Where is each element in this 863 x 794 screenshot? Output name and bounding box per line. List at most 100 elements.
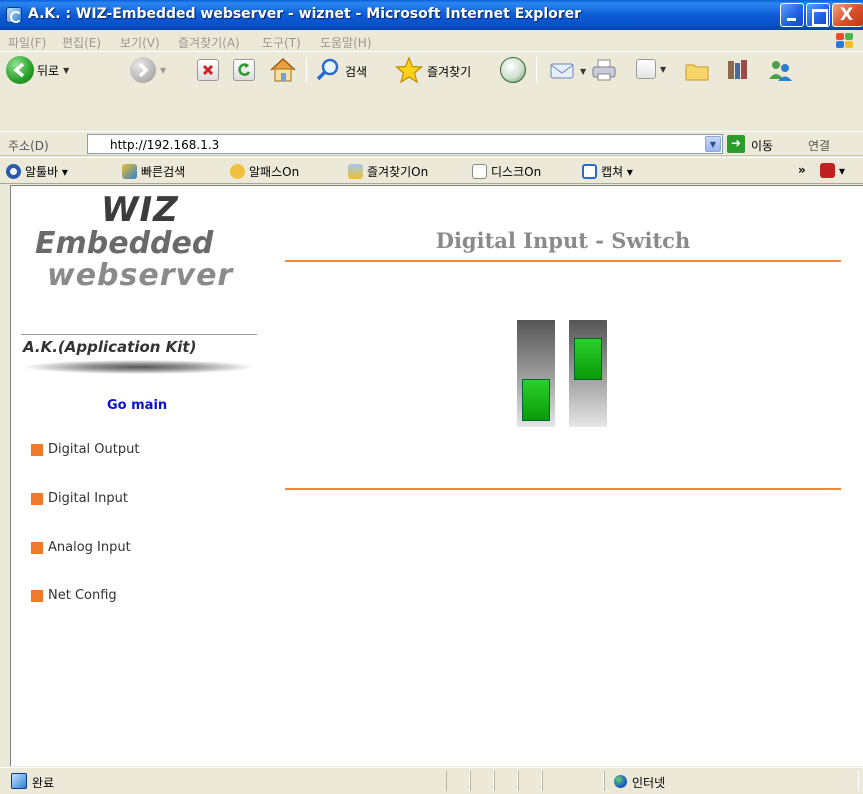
address-dropdown-icon[interactable]: ▼ (705, 136, 721, 152)
switch-2 (569, 320, 607, 427)
folder-icon (684, 59, 710, 86)
status-text: 완료 (32, 776, 55, 790)
quick-search-button[interactable]: 빠른검색 (122, 163, 185, 180)
title-bar[interactable]: A.K. : WIZ-Embedded webserver - wiznet -… (0, 0, 863, 30)
research-icon (724, 57, 752, 86)
nav-digital-input[interactable]: Digital Input (31, 491, 128, 506)
menu-view[interactable]: 보기(V) (120, 34, 160, 51)
close-button[interactable]: X (832, 3, 863, 27)
bottom-divider (285, 488, 841, 490)
disk-icon (472, 164, 487, 179)
back-arrow-icon (6, 56, 34, 84)
go-button[interactable]: 이동 (751, 137, 773, 154)
nav-label: Digital Input (48, 491, 128, 506)
stop-icon (197, 59, 219, 81)
switch-1-knob (522, 379, 550, 421)
capture-button[interactable]: 캡쳐 ▾ (582, 163, 633, 180)
linkbar-overflow[interactable]: » (798, 163, 806, 177)
nav-net-config[interactable]: Net Config (31, 588, 117, 603)
link-toolbar: 알툴바 ▾ 빠른검색 알패스On 즐겨찾기On 디스크On 캡쳐 ▾ » ▾ (0, 157, 863, 184)
bullet-icon (31, 443, 43, 456)
favorites-star-icon (394, 56, 424, 87)
search-icon (314, 57, 342, 86)
mail-icon (548, 57, 576, 86)
altoolbar-button[interactable]: 알툴바 ▾ (6, 163, 68, 180)
page-done-icon (11, 773, 27, 789)
pdf-button[interactable]: ▾ (820, 163, 845, 178)
logo-wiz: WIZ (101, 190, 179, 230)
back-button[interactable]: 뒤로 ▼ (6, 56, 69, 84)
browser-window: A.K. : WIZ-Embedded webserver - wiznet -… (0, 0, 863, 794)
logo-shadow (25, 360, 253, 374)
nav-digital-output[interactable]: Digital Output (31, 442, 139, 457)
mail-dropdown-icon[interactable]: ▼ (580, 67, 586, 76)
capture-icon (582, 164, 597, 179)
print-button[interactable] (590, 57, 618, 86)
go-main-link[interactable]: Go main (107, 398, 167, 413)
close-icon: X (840, 5, 854, 25)
window-title: A.K. : WIZ-Embedded webserver - wiznet -… (28, 6, 582, 22)
back-label: 뒤로 (37, 63, 60, 78)
contacts-button[interactable] (766, 57, 794, 86)
search-label: 검색 (345, 65, 368, 79)
switch-2-knob (574, 338, 602, 380)
windows-logo-icon (836, 33, 854, 49)
menu-bar: 파일(F) 편집(E) 보기(V) 즐겨찾기(A) 도구(T) 도움말(H) (0, 30, 863, 52)
forward-button[interactable]: ▼ (130, 57, 166, 83)
menu-tools[interactable]: 도구(T) (262, 34, 301, 51)
bullet-icon (31, 492, 43, 505)
disk-on-button[interactable]: 디스크On (472, 163, 541, 180)
page-title: Digital Input - Switch (435, 228, 691, 253)
page-content: WIZ Embedded webserver A.K.(Application … (10, 185, 863, 766)
back-dropdown-icon[interactable]: ▼ (63, 66, 69, 75)
menu-file[interactable]: 파일(F) (8, 34, 46, 51)
alpass-button[interactable]: 알패스On (230, 163, 299, 180)
forward-dropdown-icon[interactable]: ▼ (160, 66, 166, 75)
links-label[interactable]: 연결 (808, 137, 830, 154)
edit-page-icon (636, 59, 656, 79)
maximize-button[interactable] (806, 3, 830, 27)
pdf-icon (820, 163, 835, 178)
mail-button[interactable]: ▼ (548, 57, 586, 86)
logo-divider (21, 334, 257, 335)
search-button[interactable]: 검색 (314, 57, 367, 86)
altoolbar-icon (6, 164, 21, 179)
address-input[interactable]: http://192.168.1.3 ▼ (87, 134, 723, 154)
history-button[interactable] (500, 57, 526, 83)
status-bar: 완료 인터넷 (0, 767, 863, 794)
logo-webserver: webserver (47, 258, 234, 293)
favorites-button[interactable]: 즐겨찾기 (394, 56, 471, 87)
minimize-button[interactable] (780, 3, 804, 27)
menu-favorites[interactable]: 즐겨찾기(A) (178, 34, 240, 51)
quick-search-icon (122, 164, 137, 179)
menu-help[interactable]: 도움말(H) (320, 34, 372, 51)
home-button[interactable] (268, 56, 298, 87)
printer-icon (590, 57, 618, 86)
address-label: 주소(D) (8, 139, 49, 153)
stop-button[interactable] (197, 59, 219, 81)
refresh-button[interactable] (233, 59, 255, 81)
folder-button[interactable] (684, 59, 710, 86)
contacts-icon (766, 57, 794, 86)
security-zone-label: 인터넷 (632, 776, 666, 790)
refresh-icon (233, 59, 255, 81)
edit-dropdown-icon[interactable]: ▼ (660, 65, 666, 74)
edit-button[interactable]: ▼ (636, 59, 666, 79)
logo-application-kit: A.K.(Application Kit) (23, 338, 197, 356)
menu-edit[interactable]: 편집(E) (62, 34, 101, 51)
favorites-on-button[interactable]: 즐겨찾기On (348, 163, 428, 180)
internet-zone-icon (614, 775, 627, 788)
address-url[interactable]: http://192.168.1.3 (110, 138, 219, 152)
key-icon (230, 164, 245, 179)
nav-analog-input[interactable]: Analog Input (31, 540, 131, 555)
address-bar: 주소(D) http://192.168.1.3 ▼ ➜ 이동 연결 (0, 131, 863, 156)
standard-toolbar: 뒤로 ▼ ▼ 검색 즐겨찾기 ▼ ▼ (0, 53, 863, 131)
logo-embedded: Embedded (35, 226, 214, 261)
go-arrow-icon[interactable]: ➜ (727, 135, 745, 153)
messenger-button[interactable] (724, 57, 752, 86)
history-icon (500, 57, 526, 83)
nav-label: Net Config (48, 588, 117, 603)
title-divider (285, 260, 841, 262)
forward-arrow-icon (130, 57, 156, 83)
favorites-on-icon (348, 164, 363, 179)
